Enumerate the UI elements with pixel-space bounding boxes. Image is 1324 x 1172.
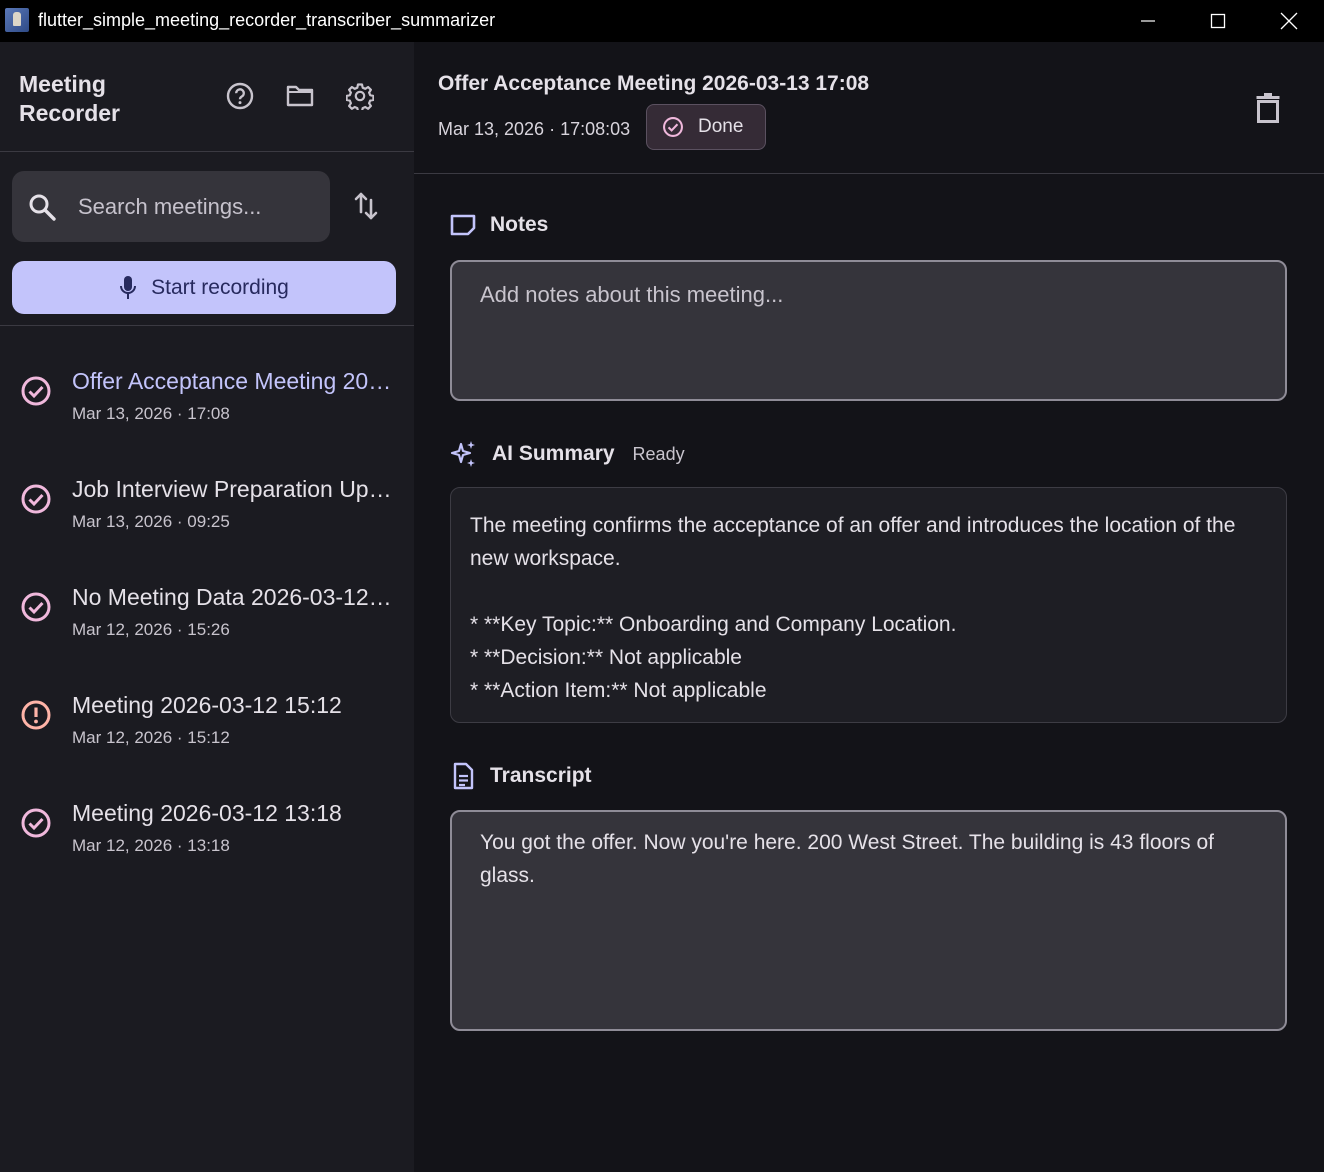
settings-button[interactable] <box>344 80 376 112</box>
summary-status: Ready <box>632 443 685 464</box>
notes-input[interactable] <box>450 260 1287 401</box>
meeting-list-item[interactable]: Meeting 2026-03-12 15:12 Mar 12, 2026 · … <box>0 651 414 759</box>
search-input[interactable] <box>78 171 318 242</box>
transcript-text: You got the offer. Now you're here. 200 … <box>480 831 1215 887</box>
meeting-date: Mar 13, 2026 · 09:25 <box>72 512 230 531</box>
transcript-field[interactable]: You got the offer. Now you're here. 200 … <box>450 810 1287 1031</box>
meeting-list-item[interactable]: Offer Acceptance Meeting 2026-03-13 17:0… <box>0 327 414 435</box>
sidebar-list-divider <box>0 325 414 326</box>
notes-heading: Notes <box>490 213 549 236</box>
meeting-title: Meeting 2026-03-12 15:12 <box>72 692 342 718</box>
summary-text: The meeting confirms the acceptance of a… <box>470 514 1236 702</box>
close-button[interactable] <box>1254 0 1324 42</box>
delete-meeting-button[interactable] <box>1250 90 1286 126</box>
window-title: flutter_simple_meeting_recorder_transcri… <box>38 10 496 30</box>
sort-button[interactable] <box>350 188 382 224</box>
maximize-button[interactable] <box>1183 0 1253 42</box>
gear-icon <box>346 83 374 110</box>
sidebar: Meeting Recorder Search meetings... Star… <box>0 42 414 1172</box>
open-folder-button[interactable] <box>284 80 316 112</box>
meeting-date: Mar 12, 2026 · 15:26 <box>72 620 230 639</box>
start-recording-label: Start recording <box>151 275 289 299</box>
meeting-list-item[interactable]: Meeting 2026-03-12 13:18 Mar 12, 2026 · … <box>0 759 414 867</box>
microphone-icon <box>120 275 137 299</box>
search-icon <box>29 194 56 221</box>
meeting-date: Mar 12, 2026 · 15:12 <box>72 728 230 747</box>
check-circle-icon <box>21 484 51 514</box>
minimize-icon <box>1141 20 1155 22</box>
summary-section-header: AI Summary Ready <box>450 440 685 468</box>
meeting-list-item[interactable]: No Meeting Data 2026-03-12 15:26 Mar 12,… <box>0 543 414 651</box>
sparkle-icon <box>450 441 475 467</box>
error-icon <box>21 700 51 730</box>
window-titlebar: flutter_simple_meeting_recorder_transcri… <box>0 0 1324 42</box>
meeting-detail-title: Offer Acceptance Meeting 2026-03-13 17:0… <box>438 72 870 95</box>
meeting-title: Job Interview Preparation Update 2026-03… <box>72 476 392 502</box>
sort-icon <box>354 192 378 220</box>
meeting-list-item[interactable]: Job Interview Preparation Update 2026-03… <box>0 435 414 543</box>
minimize-button[interactable] <box>1113 0 1183 42</box>
note-icon <box>450 214 476 236</box>
status-badge: Done <box>646 104 766 150</box>
summary-content: The meeting confirms the acceptance of a… <box>450 487 1287 723</box>
maximize-icon <box>1210 13 1226 29</box>
meeting-detail-timestamp: Mar 13, 2026 · 17:08:03 <box>438 119 631 139</box>
sidebar-header-divider <box>0 151 414 152</box>
check-circle-icon <box>21 376 51 406</box>
search-field[interactable] <box>12 171 330 242</box>
transcript-heading: Transcript <box>490 764 592 787</box>
meeting-title: Offer Acceptance Meeting 2026-03-13 17:0… <box>72 368 392 394</box>
start-recording-button[interactable]: Start recording <box>12 261 396 314</box>
detail-header-divider <box>414 173 1324 174</box>
app-icon <box>5 8 29 32</box>
help-icon <box>226 82 254 110</box>
notes-section-header: Notes <box>450 213 548 237</box>
app-name: Meeting Recorder <box>19 71 120 126</box>
trash-icon <box>1256 93 1280 123</box>
pane-divider <box>414 42 415 1172</box>
check-circle-icon <box>21 592 51 622</box>
status-label: Done <box>698 116 744 137</box>
help-button[interactable] <box>224 80 256 112</box>
close-icon <box>1280 12 1298 30</box>
transcript-section-header: Transcript <box>450 762 592 790</box>
check-circle-icon <box>663 117 683 137</box>
check-circle-icon <box>21 808 51 838</box>
meeting-title: Meeting 2026-03-12 13:18 <box>72 800 342 826</box>
meeting-title: No Meeting Data 2026-03-12 15:26 <box>72 584 392 610</box>
folder-icon <box>286 85 314 107</box>
summary-heading: AI Summary <box>492 442 615 465</box>
meeting-date: Mar 13, 2026 · 17:08 <box>72 404 230 423</box>
meeting-date: Mar 12, 2026 · 13:18 <box>72 836 230 855</box>
document-icon <box>453 762 474 790</box>
